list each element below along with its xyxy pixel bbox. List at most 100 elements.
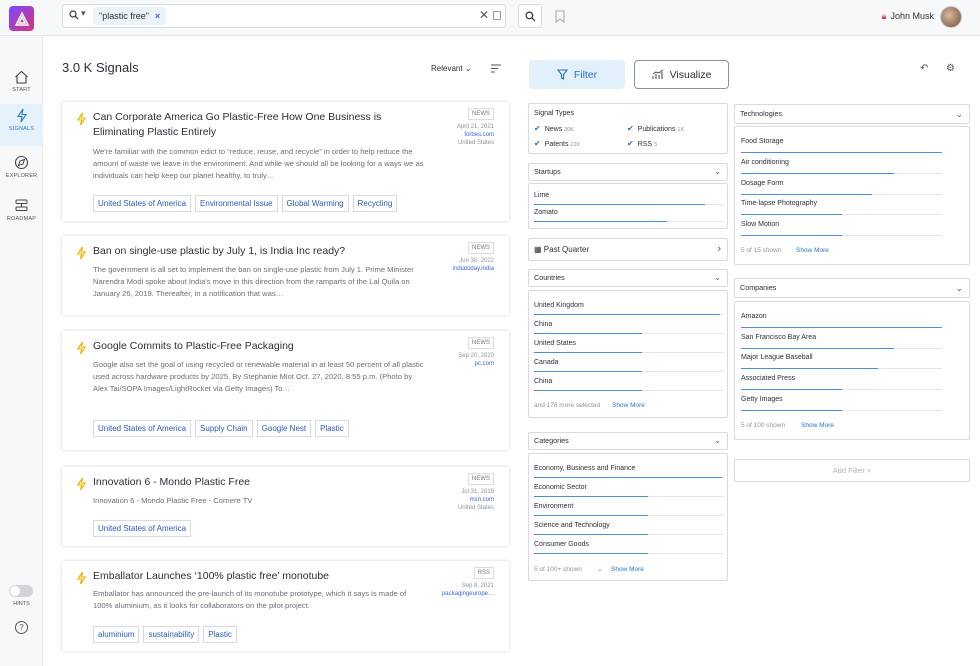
category-item[interactable]: Environment	[534, 503, 573, 510]
technology-item[interactable]: Slow Motion	[741, 221, 779, 228]
tag[interactable]: United States of America	[93, 520, 192, 537]
nav-start[interactable]: START	[0, 66, 43, 106]
signal-site-link[interactable]: pc.com	[475, 361, 494, 367]
categories-header[interactable]: Categories ⌄	[528, 432, 728, 450]
tag[interactable]: United States of America	[93, 420, 192, 437]
companies-header[interactable]: Companies ⌄	[734, 278, 970, 298]
signal-title[interactable]: Ban on single-use plastic by July 1, is …	[93, 244, 393, 259]
tag[interactable]: Google Nest	[256, 420, 312, 437]
countries-header[interactable]: Countries ⌄	[528, 269, 728, 287]
technology-item[interactable]: Dosage Form	[741, 180, 783, 187]
signal-type-news[interactable]: ✔︎ News 30K	[534, 124, 574, 133]
company-item[interactable]: San Francisco Bay Area	[741, 334, 816, 341]
category-item[interactable]: Consumer Goods	[534, 541, 589, 548]
undo-icon[interactable]: ↶	[920, 63, 928, 74]
signal-site-link[interactable]: forbes.com	[464, 132, 494, 138]
avatar[interactable]	[940, 6, 962, 28]
category-item[interactable]: Science and Technology	[534, 522, 610, 529]
signal-card[interactable]: Ban on single-use plastic by July 1, is …	[62, 236, 509, 315]
signal-type-patents[interactable]: ✔︎ Patents 220	[534, 139, 580, 148]
row-divider	[642, 333, 724, 334]
company-item[interactable]: Associated Press	[741, 375, 795, 382]
search-bar[interactable]: ▾ "plastic free" × ✕	[62, 4, 506, 28]
keyboard-icon[interactable]	[493, 11, 501, 20]
sort-icon[interactable]	[491, 64, 501, 73]
signal-card[interactable]: Innovation 6 - Mondo Plastic Free Innova…	[62, 467, 509, 546]
tag[interactable]: Recycling	[352, 195, 398, 212]
country-item[interactable]: Canada	[534, 359, 559, 366]
countries-show-more[interactable]: Show More	[612, 402, 645, 409]
nav-signals-label: SIGNALS	[8, 126, 35, 132]
startups-header[interactable]: Startups ⌄	[528, 163, 728, 181]
technology-item[interactable]: Food Storage	[741, 138, 783, 145]
country-item[interactable]: United Kingdom	[534, 302, 584, 309]
technology-item[interactable]: Air conditioning	[741, 159, 789, 166]
technologies-show-more[interactable]: Show More	[796, 247, 829, 254]
country-item[interactable]: China	[534, 378, 552, 385]
category-item[interactable]: Economic Sector	[534, 484, 587, 491]
category-item[interactable]: Economy, Business and Finance	[534, 465, 635, 472]
tag[interactable]: Plastic	[315, 420, 349, 437]
help-icon[interactable]: ?	[15, 621, 28, 634]
companies-show-more[interactable]: Show More	[801, 422, 834, 429]
user-menu[interactable]: 🔒︎ John Musk	[882, 11, 934, 22]
nav-roadmap[interactable]: ROADMAP	[0, 194, 43, 234]
filter-button[interactable]: Filter	[529, 60, 625, 89]
signal-type-rss[interactable]: ✔︎ RSS 5	[627, 139, 657, 148]
categories-show-more[interactable]: Show More	[611, 566, 644, 573]
signal-title[interactable]: Can Corporate America Go Plastic-Free Ho…	[93, 110, 393, 140]
tag-list: United States of America	[93, 520, 192, 537]
chevron-down-icon: ⌄	[464, 64, 472, 73]
bookmark-button[interactable]	[548, 4, 572, 28]
clear-search-icon[interactable]: ✕	[479, 8, 489, 22]
tag[interactable]: Environmental Issue	[195, 195, 278, 212]
signal-card[interactable]: Can Corporate America Go Plastic-Free Ho…	[62, 102, 509, 221]
signal-date: Sep 8, 2021	[461, 583, 494, 589]
company-bar	[741, 410, 842, 411]
tag[interactable]: United States of America	[93, 195, 192, 212]
remove-chip-icon[interactable]: ×	[155, 11, 160, 21]
technologies-title: Technologies	[740, 109, 782, 118]
country-item[interactable]: China	[534, 321, 552, 328]
technology-item[interactable]: Time-lapse Photography	[741, 200, 817, 207]
chevron-down-icon[interactable]: ⌄	[597, 565, 603, 573]
technology-bar	[741, 152, 942, 153]
country-item[interactable]: United States	[534, 340, 576, 347]
app-logo-icon[interactable]	[9, 6, 34, 31]
tag[interactable]: Plastic	[203, 626, 237, 643]
row-divider	[893, 348, 942, 349]
tag[interactable]: Supply Chain	[195, 420, 253, 437]
signal-site-link[interactable]: packagingeurope…	[442, 591, 494, 597]
tag[interactable]: Global Warming	[281, 195, 349, 212]
hints-toggle[interactable]	[9, 585, 33, 597]
signal-title[interactable]: Innovation 6 - Mondo Plastic Free	[93, 475, 393, 490]
visualize-button[interactable]: Visualize	[634, 60, 729, 89]
signal-summary: Innovation 6 - Mondo Plastic Free - Corr…	[93, 496, 253, 505]
startup-item[interactable]: Lime	[534, 192, 549, 199]
signal-type-publications[interactable]: ✔︎ Publications 1K	[627, 124, 684, 133]
signal-title[interactable]: Google Commits to Plastic-Free Packaging	[93, 339, 393, 354]
signal-meta: NEWS Sep 20, 2020 pc.com	[458, 337, 494, 368]
company-item[interactable]: Amazon	[741, 313, 767, 320]
nav-signals[interactable]: SIGNALS	[0, 104, 43, 146]
search-query-chip[interactable]: "plastic free" ×	[93, 7, 167, 25]
tag[interactable]: sustainability	[143, 626, 200, 643]
signal-site-link[interactable]: msn.com	[470, 497, 494, 503]
signal-card[interactable]: Emballator Launches ‘100% plastic free’ …	[62, 561, 509, 651]
technologies-header[interactable]: Technologies ⌄	[734, 104, 970, 124]
signal-site-link[interactable]: indiatoday.india	[453, 266, 494, 272]
nav-explorer[interactable]: EXPLORER	[0, 151, 43, 191]
company-item[interactable]: Major League Baseball	[741, 354, 813, 361]
date-filter[interactable]: ▦ Past Quarter ›	[528, 238, 728, 261]
company-item[interactable]: Getty Images	[741, 396, 783, 403]
sort-dropdown[interactable]: Relevant ⌄	[431, 64, 472, 73]
signal-title[interactable]: Emballator Launches ‘100% plastic free’ …	[93, 569, 393, 584]
signal-card[interactable]: Google Commits to Plastic-Free Packaging…	[62, 331, 509, 450]
chevron-down-icon[interactable]: ▾	[81, 8, 86, 19]
startup-item[interactable]: Zomato	[534, 209, 558, 216]
add-filter-button[interactable]: Add Filter +	[734, 459, 970, 482]
search-button[interactable]	[518, 4, 542, 28]
gear-icon[interactable]: ⚙︎	[946, 63, 955, 74]
tag[interactable]: aluminium	[93, 626, 140, 643]
signal-type-label: Patents	[544, 141, 569, 148]
